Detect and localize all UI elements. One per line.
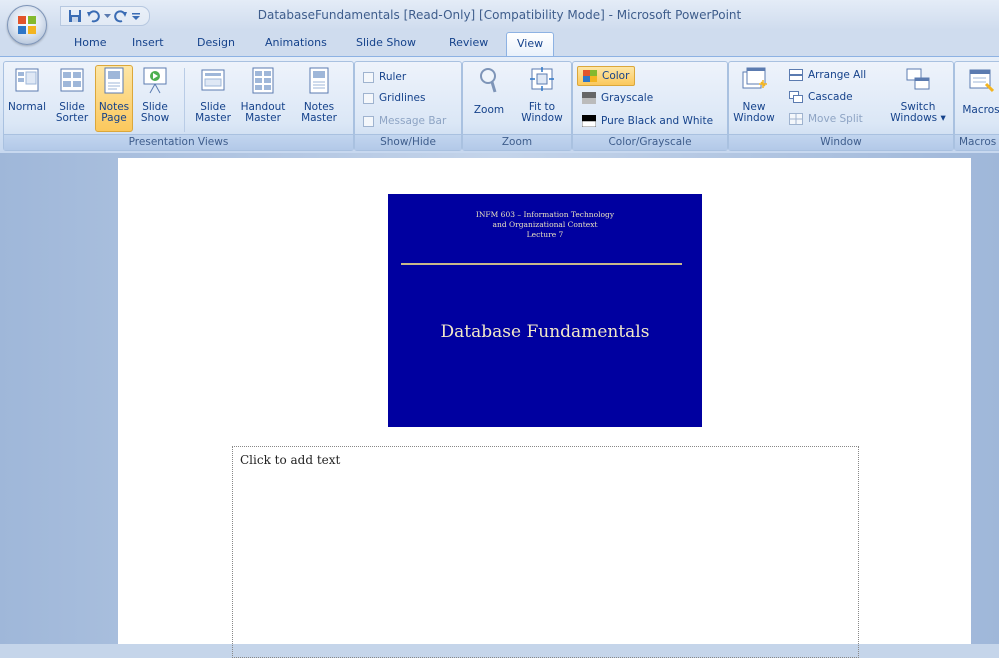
slide-divider [401,263,682,265]
tab-home[interactable]: Home [74,36,106,49]
office-logo-icon [18,16,36,34]
message-bar-checkbox: Message Bar [363,112,446,130]
group-color-grayscale: Color Grayscale Pure Black and White Col… [572,61,728,151]
group-zoom: Zoom Fit to Window Zoom [462,61,572,151]
color-button[interactable]: Color [577,66,636,86]
notes-page: INFM 603 – Information Technology and Or… [118,158,971,658]
magnifier-icon [480,68,497,93]
slide-thumbnail[interactable]: INFM 603 – Information Technology and Or… [388,194,702,427]
tab-view[interactable]: View [506,32,555,56]
move-split-button: Move Split [789,110,863,128]
normal-view-icon [15,68,39,92]
notes-page-button[interactable]: Notes Page [95,65,133,132]
group-label-color-grayscale: Color/Grayscale [573,134,727,150]
zoom-button[interactable]: Zoom [471,66,507,116]
handout-master-button[interactable]: Handout Master [238,66,288,124]
fit-window-icon [530,67,554,91]
group-window: New Window Arrange All Cascade Move Spli… [728,61,954,151]
group-label-window: Window [729,134,953,150]
slide-master-icon [201,69,225,91]
fit-to-window-button[interactable]: Fit to Window [519,66,565,124]
tab-slide-show[interactable]: Slide Show [356,36,416,49]
office-button[interactable] [7,5,47,45]
group-label-presentation-views: Presentation Views [4,134,353,150]
slide-show-button[interactable]: Slide Show [135,66,175,124]
slide-subtitle: INFM 603 – Information Technology and Or… [475,210,615,239]
move-split-icon [789,113,803,125]
macros-icon [969,69,995,93]
tab-insert[interactable]: Insert [132,36,164,49]
title-bar: DatabaseFundamentals [Read-Only] [Compat… [0,0,999,30]
checkbox-icon [363,71,374,83]
normal-view-button[interactable]: Normal [7,66,47,113]
new-window-icon [742,67,767,89]
new-window-button[interactable]: New Window [733,66,775,124]
notes-master-button[interactable]: Notes Master [297,66,341,124]
ribbon-tabs: Home Insert Design Animations Slide Show… [0,30,999,56]
notes-placeholder-text: Click to add text [240,453,341,467]
slide-show-icon [143,67,167,94]
group-label-macros: Macros [955,134,999,150]
gridlines-checkbox[interactable]: Gridlines [363,89,425,107]
switch-windows-icon [906,68,930,90]
slide-master-button[interactable]: Slide Master [190,66,236,124]
group-separator [184,68,185,132]
group-presentation-views: Normal Slide Sorter Notes Page Slide Sho… [3,61,354,151]
ruler-checkbox[interactable]: Ruler [363,68,406,86]
checkbox-icon [363,92,374,104]
slide-sorter-icon [60,68,84,92]
slide-sorter-button[interactable]: Slide Sorter [52,66,92,124]
group-macros: Macros Macros [954,61,999,151]
tab-design[interactable]: Design [197,36,235,49]
slide-title: Database Fundamentals [440,322,650,342]
macros-button[interactable]: Macros [959,66,999,116]
group-show-hide: Ruler Gridlines Message Bar Show/Hide [354,61,462,151]
cascade-button[interactable]: Cascade [789,88,853,106]
color-swatch-icon [583,70,597,82]
notes-master-icon [309,67,329,94]
group-label-zoom: Zoom [463,134,571,150]
handout-master-icon [252,67,274,94]
pure-black-white-button[interactable]: Pure Black and White [582,112,713,130]
chevron-down-icon: ▾ [940,112,946,124]
tab-review[interactable]: Review [449,36,488,49]
notes-page-icon [104,67,124,94]
window-title: DatabaseFundamentals [Read-Only] [Compat… [257,8,742,22]
cascade-icon [789,91,803,103]
arrange-all-button[interactable]: Arrange All [789,66,866,84]
document-area: INFM 603 – Information Technology and Or… [0,153,999,658]
black-white-icon [582,115,596,127]
ribbon: Normal Slide Sorter Notes Page Slide Sho… [0,56,999,154]
grayscale-icon [582,92,596,104]
group-label-show-hide: Show/Hide [355,134,461,150]
tab-animations[interactable]: Animations [265,36,327,49]
notes-placeholder[interactable]: Click to add text [232,446,859,658]
checkbox-icon [363,115,374,127]
switch-windows-button[interactable]: Switch Windows ▾ [889,66,947,124]
arrange-all-icon [789,69,803,81]
grayscale-button[interactable]: Grayscale [582,89,653,107]
